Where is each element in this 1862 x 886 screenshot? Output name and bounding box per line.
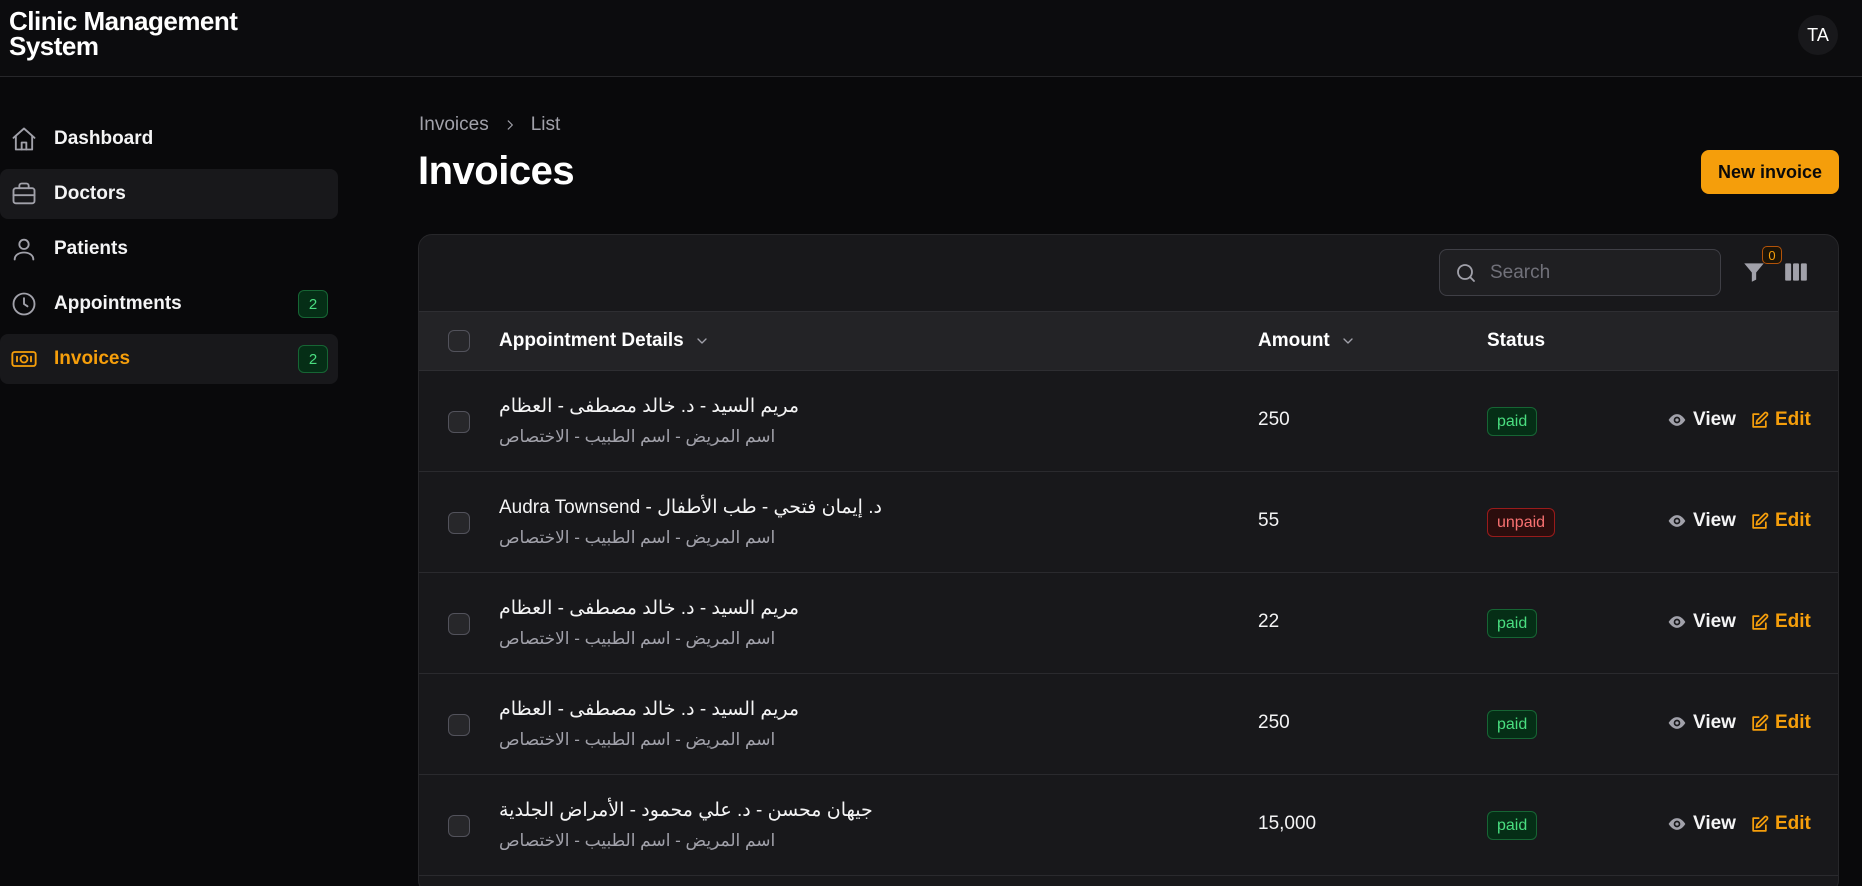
table-header: Appointment Details Amount Status [419,311,1838,371]
user-avatar[interactable]: TA [1798,15,1838,55]
status-badge: paid [1487,710,1538,739]
chevron-down-icon [697,338,707,344]
sidebar-item-label: Doctors [54,183,126,204]
home-icon [10,125,38,153]
table-row[interactable]: مريم السيد - د. خالد مصطفى - العظام اسم … [419,674,1838,775]
table-row[interactable]: مريم السيد - د. خالد مصطفى - العظام اسم … [419,573,1838,674]
amount-value: 55 [1258,510,1280,531]
appointment-title: جيهان محسن - د. علي محمود - الأمراض الجل… [499,800,873,821]
edit-button[interactable]: Edit [1750,510,1811,532]
invoices-count-badge: 2 [298,345,328,373]
sidebar-item-appointments[interactable]: Appointments 2 [0,279,338,329]
row-checkbox[interactable] [448,714,470,736]
eye-icon [1668,717,1686,729]
search-icon [1454,261,1490,285]
edit-button[interactable]: Edit [1750,611,1811,633]
amount-value: 15,000 [1258,813,1317,834]
sidebar-item-dashboard[interactable]: Dashboard [0,114,338,164]
eye-icon [1668,414,1686,426]
appointment-subtitle: اسم المريض - اسم الطبيب - الاختصاص [499,629,776,648]
edit-icon [1752,714,1769,731]
sidebar-item-label: Appointments [54,293,182,314]
search-field[interactable] [1439,249,1721,296]
banknote-icon [10,345,38,373]
new-invoice-button[interactable]: New invoice [1701,150,1839,194]
clock-icon [10,290,38,318]
app-title: Clinic Management System [9,6,238,61]
top-bar: Clinic Management System TA [0,0,1862,77]
sidebar-item-doctors[interactable]: Doctors [0,169,338,219]
edit-button[interactable]: Edit [1750,813,1811,835]
edit-icon [1752,815,1769,832]
table-row[interactable]: جيهان محسن - د. علي محمود - الأمراض الجل… [419,775,1838,876]
table-row[interactable]: مريم السيد - د. خالد مصطفى - العظام اسم … [419,371,1838,472]
row-checkbox[interactable] [448,512,470,534]
sidebar-item-label: Invoices [54,348,131,369]
breadcrumb: Invoices List [419,114,560,136]
appointment-title: مريم السيد - د. خالد مصطفى - العظام [499,598,800,619]
edit-icon [1752,411,1769,428]
sidebar-item-invoices[interactable]: Invoices 2 [0,334,338,384]
chevron-down-icon [1343,338,1353,344]
eye-icon [1668,616,1686,628]
view-button[interactable]: View [1667,409,1736,431]
amount-value: 250 [1258,712,1290,733]
appointment-subtitle: اسم المريض - اسم الطبيب - الاختصاص [499,427,776,446]
edit-button[interactable]: Edit [1750,409,1811,431]
view-button[interactable]: View [1667,813,1736,835]
appointments-count-badge: 2 [298,290,328,318]
status-badge: paid [1487,811,1538,840]
invoices-table: 0 Appointment Details Amount Status مريم… [418,234,1839,886]
appointment-title: Audra Townsend - د. إيمان فتحي - طب الأط… [499,497,882,518]
columns-icon[interactable] [1783,259,1809,285]
appointment-subtitle: اسم المريض - اسم الطبيب - الاختصاص [499,528,776,547]
view-button[interactable]: View [1667,510,1736,532]
row-checkbox[interactable] [448,815,470,837]
eye-icon [1668,515,1686,527]
sidebar-item-label: Patients [54,238,128,259]
table-row[interactable]: Audra Townsend - د. إيمان فتحي - طب الأط… [419,472,1838,573]
edit-icon [1752,613,1769,630]
briefcase-icon [10,180,38,208]
page-title: Invoices [418,149,575,193]
breadcrumb-invoices-link[interactable]: Invoices [419,114,489,136]
search-input[interactable] [1490,261,1690,284]
view-button[interactable]: View [1667,712,1736,734]
sidebar: Dashboard Doctors Patients Appointments … [0,77,340,886]
row-checkbox[interactable] [448,411,470,433]
column-header-amount[interactable]: Amount [1258,330,1356,352]
chevron-right-icon [503,118,517,132]
sidebar-item-label: Dashboard [54,128,154,149]
row-checkbox[interactable] [448,613,470,635]
status-badge: paid [1487,407,1538,436]
edit-icon [1752,512,1769,529]
column-header-status: Status [1487,330,1546,351]
filter-count-badge: 0 [1762,246,1782,264]
eye-icon [1668,818,1686,830]
select-all-checkbox[interactable] [448,330,470,352]
status-badge: paid [1487,609,1538,638]
amount-value: 22 [1258,611,1280,632]
amount-value: 250 [1258,409,1290,430]
breadcrumb-current: List [530,114,561,135]
column-header-details[interactable]: Appointment Details [499,330,710,352]
appointment-subtitle: اسم المريض - اسم الطبيب - الاختصاص [499,831,776,850]
view-button[interactable]: View [1667,611,1736,633]
edit-button[interactable]: Edit [1750,712,1811,734]
appointment-subtitle: اسم المريض - اسم الطبيب - الاختصاص [499,730,776,749]
user-icon [10,235,38,263]
status-badge: unpaid [1487,508,1556,537]
appointment-title: مريم السيد - د. خالد مصطفى - العظام [499,699,800,720]
sidebar-item-patients[interactable]: Patients [0,224,338,274]
appointment-title: مريم السيد - د. خالد مصطفى - العظام [499,396,800,417]
